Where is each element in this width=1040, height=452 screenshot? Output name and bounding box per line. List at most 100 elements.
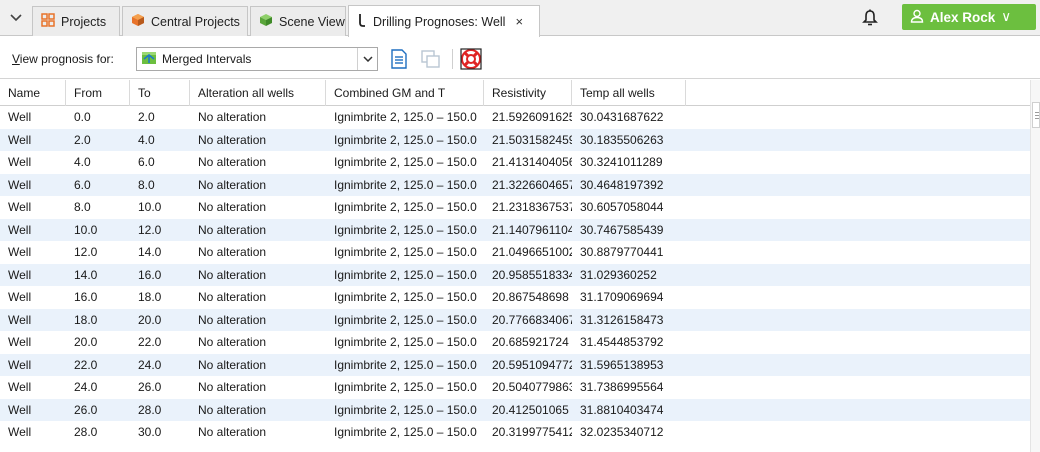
column-header-resistivity[interactable]: Resistivity: [484, 80, 572, 106]
scrollbar-thumb[interactable]: [1032, 102, 1040, 128]
table-row[interactable]: Well 6.0 8.0 No alteration Ignimbrite 2, 125…: [0, 173, 1030, 196]
cell-combined-gm: Ignimbrite 2, 125.0 – 150.0: [334, 290, 477, 304]
cell-to: 26.0: [138, 380, 162, 394]
cell-resistivity: 21.3226604657: [492, 177, 572, 192]
table-row[interactable]: Well 8.0 10.0 No alteration Ignimbrite 2, 12…: [0, 196, 1030, 218]
cell-from: 22.0: [74, 357, 98, 372]
table-row[interactable]: Well 4.0 6.0 No alteration Ignimbrite 2, 125…: [0, 151, 1030, 173]
cell-temp: 30.0431687622: [580, 110, 664, 124]
user-menu-button[interactable]: Alex Rock ∨: [902, 4, 1036, 30]
tab-label: Projects: [61, 14, 107, 29]
table-header: Name From To Alteration all wells Combin…: [0, 80, 1030, 106]
table-row[interactable]: Well 24.0 26.0 No alteration Ignimbrite 2, 1…: [0, 376, 1030, 398]
cell-combined-gm: Ignimbrite 2, 125.0 – 150.0: [334, 222, 477, 237]
cell-to: 28.0: [138, 402, 162, 417]
scene-cube-icon: [259, 13, 273, 30]
help-lifebuoy-icon[interactable]: [460, 48, 482, 70]
column-header-alteration[interactable]: Alteration all wells: [190, 80, 326, 106]
close-icon[interactable]: ×: [515, 14, 523, 29]
cell-combined-gm: Ignimbrite 2, 125.0 – 150.0: [334, 380, 477, 394]
cell-combined-gm: Ignimbrite 2, 125.0 – 150.0: [334, 200, 477, 214]
cell-resistivity: 20.7766834067: [492, 312, 572, 327]
table-row[interactable]: Well 26.0 28.0 No alteration Ignimbrite 2, 1…: [0, 398, 1030, 421]
cell-name: Well: [8, 110, 32, 124]
select-value: Merged Intervals: [162, 52, 252, 66]
cell-temp: 30.4648197392: [580, 177, 664, 192]
prognosis-select[interactable]: Merged Intervals: [136, 47, 378, 71]
cell-to: 22.0: [138, 335, 162, 349]
tab-drilling-prognoses[interactable]: Drilling Prognoses: Well ×: [348, 5, 540, 37]
chevron-down-icon[interactable]: [357, 48, 377, 70]
cell-from: 18.0: [74, 312, 98, 327]
user-name: Alex Rock: [930, 9, 996, 25]
cell-temp: 31.029360252: [580, 267, 657, 282]
cell-from: 4.0: [74, 155, 91, 169]
table-row[interactable]: Well 28.0 30.0 No alteration Ignimbrite 2, 1…: [0, 421, 1030, 443]
bell-icon[interactable]: [860, 8, 880, 28]
table-row[interactable]: Well 20.0 22.0 No alteration Ignimbrite 2, 1…: [0, 331, 1030, 353]
cell-temp: 31.4544853792: [580, 335, 664, 349]
cell-name: Well: [8, 267, 32, 282]
cell-from: 14.0: [74, 267, 98, 282]
cell-alteration: No alteration: [198, 425, 267, 439]
cell-alteration: No alteration: [198, 177, 267, 192]
cell-combined-gm: Ignimbrite 2, 125.0 – 150.0: [334, 177, 477, 192]
merged-intervals-icon: [141, 50, 157, 69]
cell-name: Well: [8, 357, 32, 372]
cell-combined-gm: Ignimbrite 2, 125.0 – 150.0: [334, 245, 477, 259]
column-header-from[interactable]: From: [66, 80, 130, 106]
user-icon: [910, 9, 924, 26]
cell-name: Well: [8, 290, 32, 304]
cell-alteration: No alteration: [198, 402, 267, 417]
table-row[interactable]: Well 14.0 16.0 No alteration Ignimbrite 2, 1…: [0, 263, 1030, 286]
cell-resistivity: 21.4131404056: [492, 155, 572, 169]
export-document-icon[interactable]: [388, 48, 410, 70]
cell-temp: 30.6057058044: [580, 200, 664, 214]
table-row[interactable]: Well 18.0 20.0 No alteration Ignimbrite 2, 1…: [0, 308, 1030, 331]
cell-combined-gm: Ignimbrite 2, 125.0 – 150.0: [334, 335, 477, 349]
cell-resistivity: 21.5031582459: [492, 132, 572, 147]
cell-name: Well: [8, 245, 32, 259]
cell-resistivity: 21.1407961104: [492, 222, 572, 237]
cell-name: Well: [8, 425, 32, 439]
vertical-scrollbar[interactable]: [1030, 80, 1040, 452]
tabs-menu-chevron-icon[interactable]: [6, 8, 26, 28]
table-row[interactable]: Well 10.0 12.0 No alteration Ignimbrite 2, 1…: [0, 218, 1030, 241]
tab-label: Central Projects: [151, 14, 240, 29]
cell-to: 24.0: [138, 357, 162, 372]
table-row[interactable]: Well 12.0 14.0 No alteration Ignimbrite 2, 1…: [0, 241, 1030, 263]
cell-to: 8.0: [138, 177, 155, 192]
column-header-name[interactable]: Name: [0, 80, 66, 106]
copy-icon[interactable]: [420, 48, 442, 70]
column-header-combined-gm[interactable]: Combined GM and T: [326, 80, 484, 106]
cell-to: 6.0: [138, 155, 155, 169]
table-row[interactable]: Well 16.0 18.0 No alteration Ignimbrite 2, 1…: [0, 286, 1030, 308]
cell-temp: 30.7467585439: [580, 222, 664, 237]
tab-scene-view[interactable]: Scene View: [250, 6, 346, 36]
cell-alteration: No alteration: [198, 245, 267, 259]
table-row[interactable]: Well 2.0 4.0 No alteration Ignimbrite 2, 125…: [0, 128, 1030, 151]
cell-combined-gm: Ignimbrite 2, 125.0 – 150.0: [334, 155, 477, 169]
cell-alteration: No alteration: [198, 380, 267, 394]
cell-combined-gm: Ignimbrite 2, 125.0 – 150.0: [334, 312, 477, 327]
cell-combined-gm: Ignimbrite 2, 125.0 – 150.0: [334, 357, 477, 372]
cell-combined-gm: Ignimbrite 2, 125.0 – 150.0: [334, 402, 477, 417]
cell-from: 2.0: [74, 132, 91, 147]
cell-alteration: No alteration: [198, 132, 267, 147]
cell-temp: 30.1835506263: [580, 132, 664, 147]
intervals-table: Name From To Alteration all wells Combin…: [0, 80, 1040, 452]
view-prognosis-label: View prognosis for:: [12, 52, 114, 66]
cell-combined-gm: Ignimbrite 2, 125.0 – 150.0: [334, 425, 477, 439]
cell-to: 10.0: [138, 200, 162, 214]
table-row[interactable]: Well 22.0 24.0 No alteration Ignimbrite 2, 1…: [0, 353, 1030, 376]
cell-from: 16.0: [74, 290, 98, 304]
toolbar-divider: [452, 49, 453, 69]
table-row[interactable]: Well 0.0 2.0 No alteration Ignimbrite 2, 125…: [0, 106, 1030, 128]
tab-central-projects[interactable]: Central Projects: [122, 6, 248, 36]
cell-alteration: No alteration: [198, 110, 267, 124]
column-header-temp[interactable]: Temp all wells: [572, 80, 686, 106]
cell-resistivity: 20.9585518334: [492, 267, 572, 282]
column-header-to[interactable]: To: [130, 80, 190, 106]
tab-label: Drilling Prognoses: Well: [373, 14, 506, 29]
tab-projects[interactable]: Projects: [32, 6, 120, 36]
